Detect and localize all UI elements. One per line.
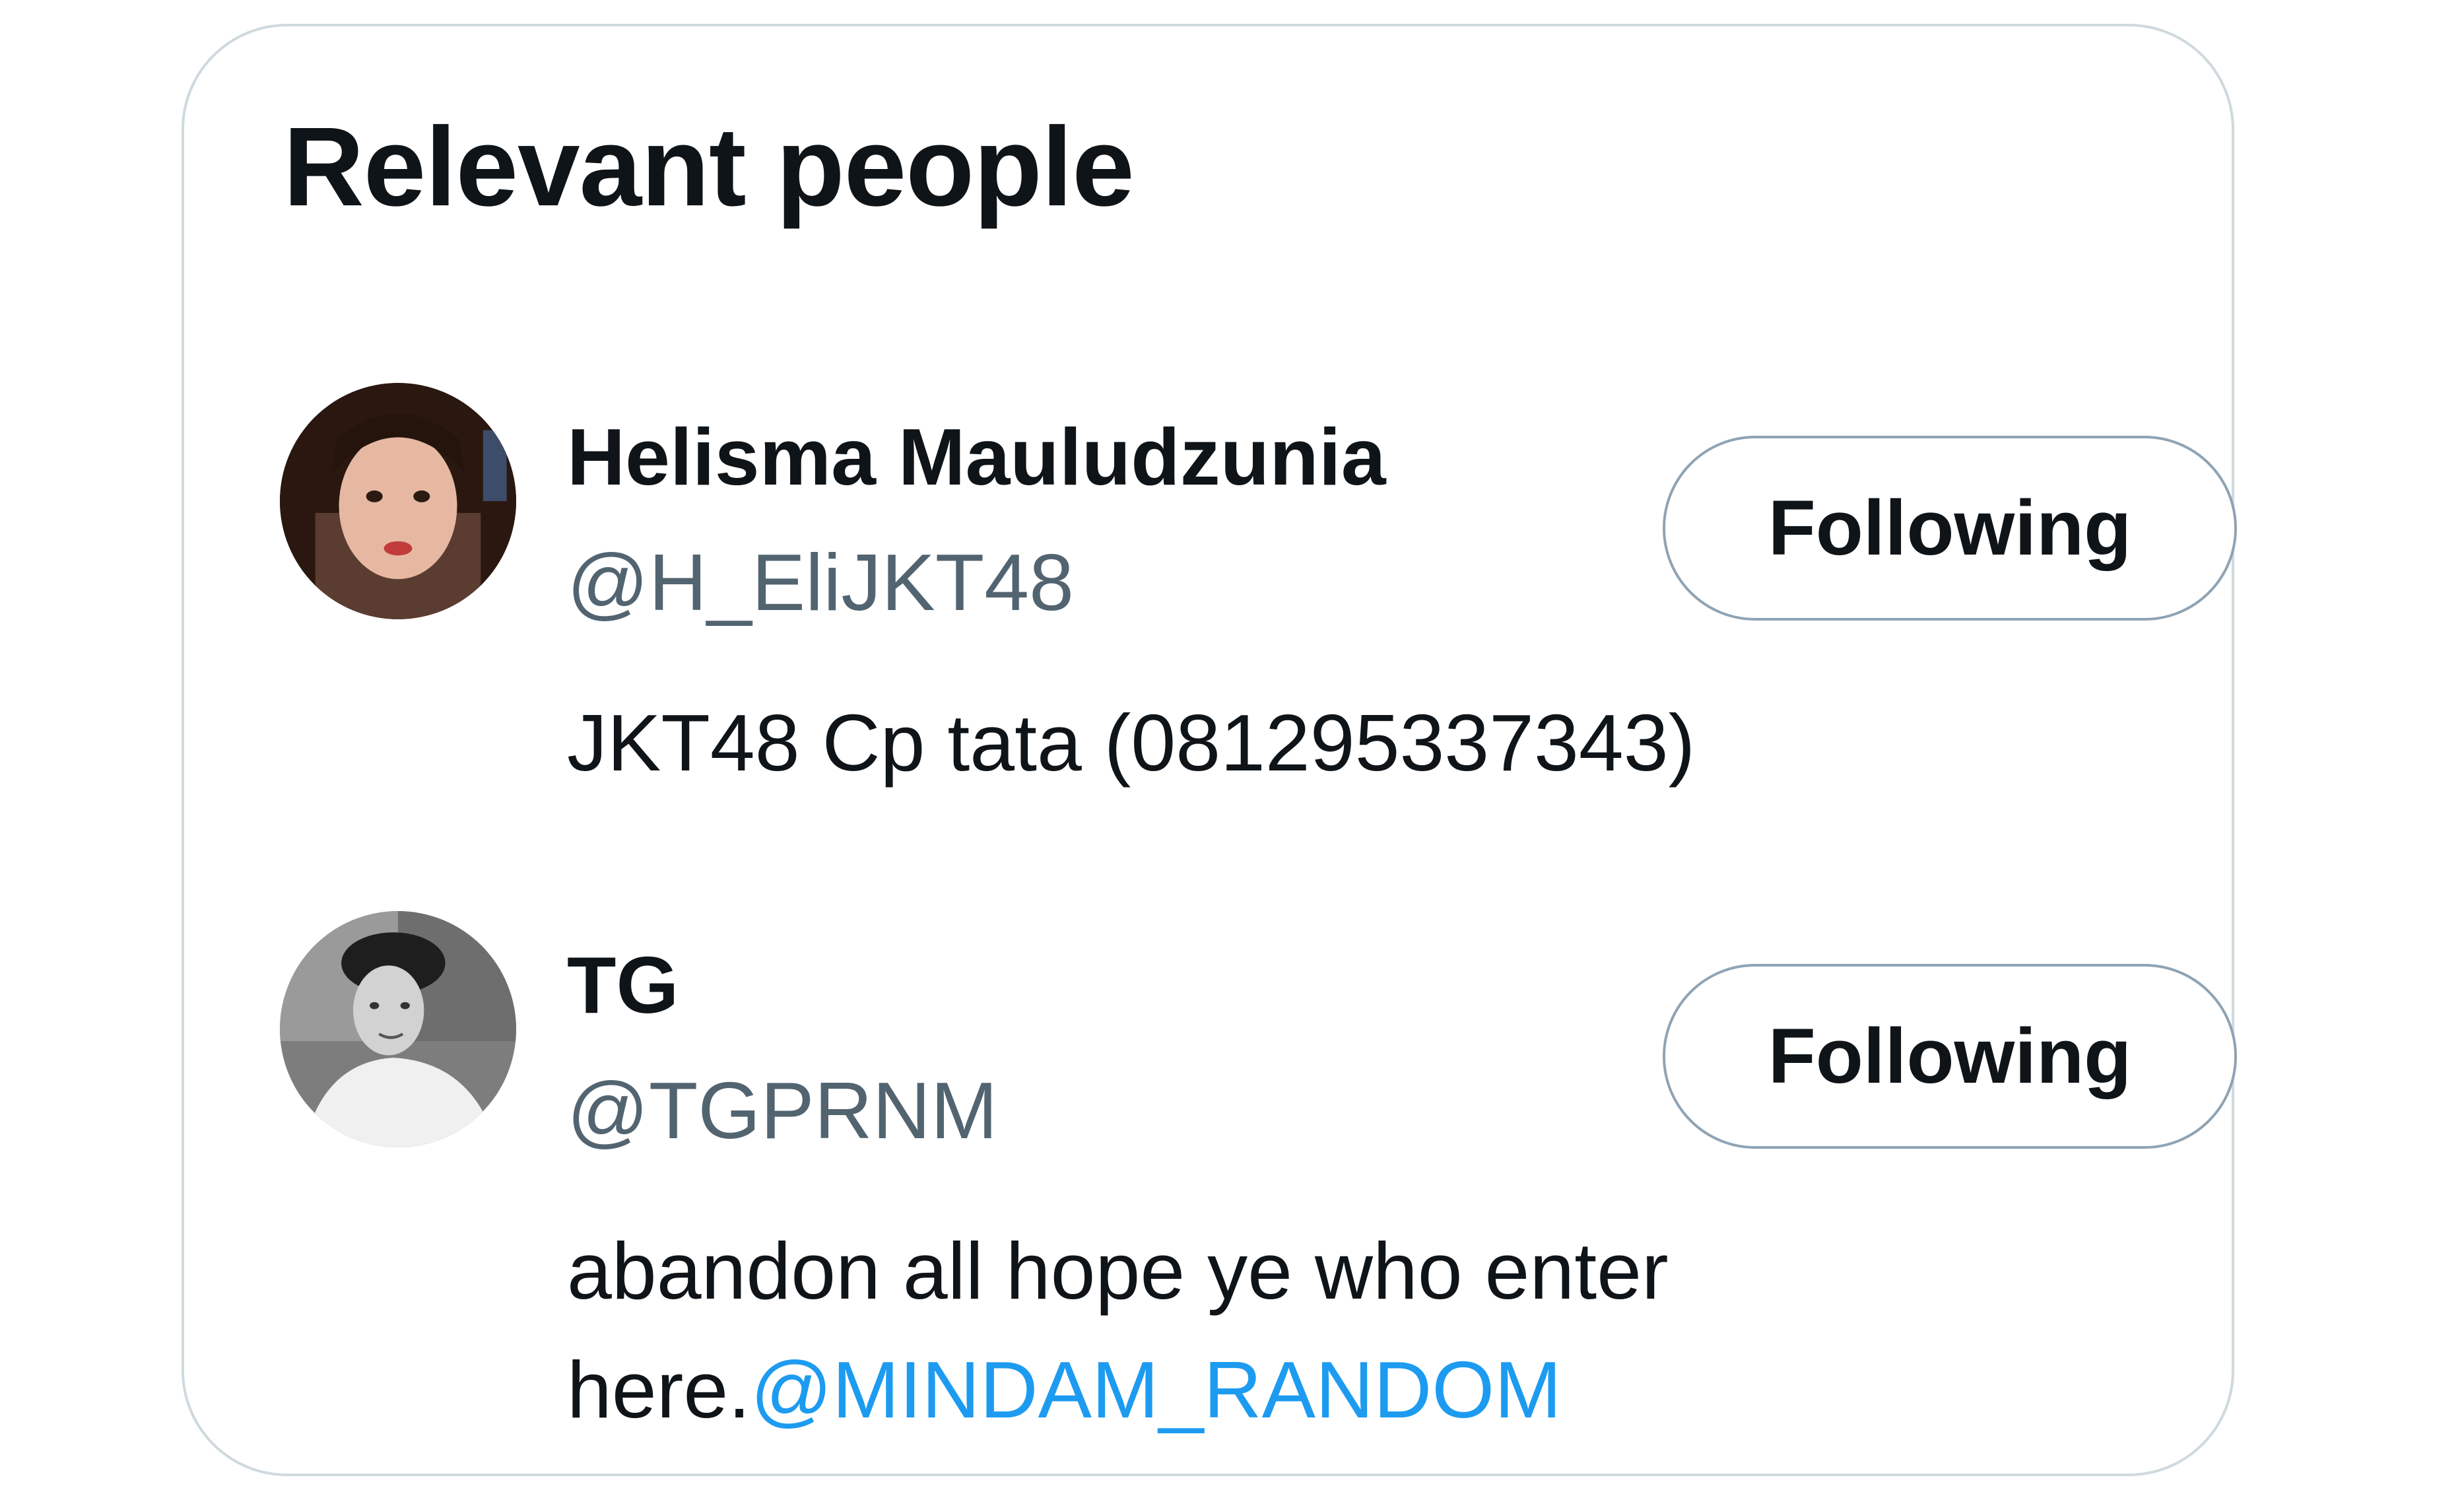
user-handle[interactable]: @H_EliJKT48 bbox=[567, 538, 1074, 627]
following-button[interactable]: Following bbox=[1663, 436, 2237, 621]
relevant-people-panel: Relevant people Helisma Mauludzunia @H_E… bbox=[182, 24, 2237, 1476]
following-button[interactable]: Following bbox=[1663, 964, 2237, 1149]
user-bio: abandon all hope ye who enter here.@MIND… bbox=[567, 1211, 2085, 1449]
avatar[interactable] bbox=[280, 911, 516, 1147]
user-display-name[interactable]: TG bbox=[567, 941, 679, 1029]
panel-title: Relevant people bbox=[283, 104, 1135, 230]
user-handle[interactable]: @TGPRNM bbox=[567, 1066, 997, 1155]
user-bio: JKT48 Cp tata (081295337343) bbox=[567, 683, 2085, 802]
avatar[interactable] bbox=[280, 383, 516, 619]
user-bio-text: JKT48 Cp tata (081295337343) bbox=[567, 698, 1696, 788]
user-display-name[interactable]: Helisma Mauludzunia bbox=[567, 413, 1386, 501]
bio-mention-link[interactable]: @MINDAM_RANDOM bbox=[750, 1345, 1562, 1435]
user-photo-avatar-icon bbox=[280, 383, 516, 619]
user-photo-avatar-icon bbox=[280, 911, 516, 1147]
